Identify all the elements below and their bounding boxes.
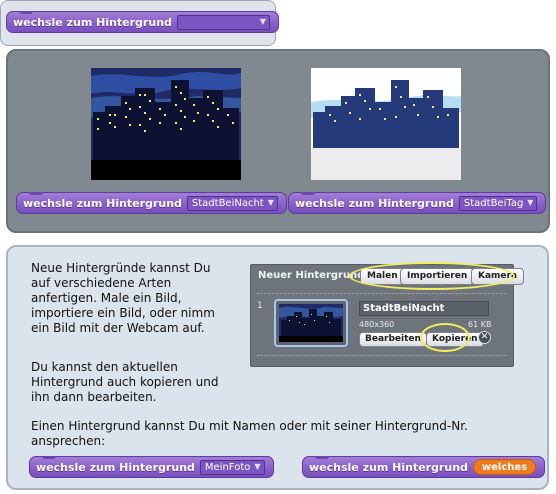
backdrop-dropdown[interactable]: ▼ <box>176 14 270 30</box>
block-label: wechsle zum Hintergrund <box>295 196 454 210</box>
backdrop-dropdown[interactable]: MeinFoto ▼ <box>199 459 265 475</box>
backdrop-name-field[interactable]: StadtBeiNacht <box>359 301 489 316</box>
chevron-down-icon: ▼ <box>254 462 261 471</box>
paragraph-address-backdrop: Einen Hintergrund kannst Du mit Namen od… <box>31 419 468 448</box>
import-button[interactable]: Importieren <box>400 268 475 285</box>
camera-button[interactable]: Kamera <box>471 268 525 285</box>
chevron-down-icon: ▼ <box>267 198 274 207</box>
backdrop-dropdown[interactable]: StadtBeiTag ▼ <box>458 195 538 211</box>
edit-button[interactable]: Bearbeiten <box>359 332 427 347</box>
night-city-image <box>91 68 241 180</box>
switch-backdrop-day-block[interactable]: wechsle zum Hintergrund StadtBeiTag ▼ <box>288 192 547 214</box>
delete-icon[interactable]: ✕ <box>478 331 491 344</box>
size-label: 61 KB <box>468 320 492 329</box>
dropdown-value: MeinFoto <box>204 461 251 473</box>
paragraph-copy-backdrop: Du kannst den aktuellen Hintergrund auch… <box>31 360 219 404</box>
block-label: wechsle zum Hintergrund <box>13 15 172 29</box>
night-thumbnail-image <box>279 304 343 342</box>
divider <box>257 355 507 356</box>
backdrop-dropdown[interactable]: StadtBeiNacht ▼ <box>186 195 278 211</box>
backdrop-thumbnail[interactable] <box>274 299 348 347</box>
day-city-image <box>311 68 461 180</box>
switch-backdrop-night-block[interactable]: wechsle zum Hintergrund StadtBeiNacht ▼ <box>16 192 287 214</box>
divider <box>257 293 507 294</box>
block-label: wechsle zum Hintergrund <box>23 196 182 210</box>
dimensions-label: 480x360 <box>359 320 395 329</box>
new-backdrop-label: Neuer Hintergrund: <box>258 270 369 281</box>
chevron-down-icon: ▼ <box>259 17 266 26</box>
block-label: wechsle zum Hintergrund <box>309 460 468 474</box>
chevron-down-icon: ▼ <box>527 198 534 207</box>
switch-backdrop-myphoto-block[interactable]: wechsle zum Hintergrund MeinFoto ▼ <box>29 456 274 478</box>
item-index: 1 <box>257 301 263 311</box>
paint-button[interactable]: Malen <box>360 268 405 285</box>
backdrop-editor-panel: Neuer Hintergrund: Malen Importieren Kam… <box>250 262 525 367</box>
dropdown-value: StadtBeiNacht <box>191 197 264 209</box>
switch-backdrop-reporter-block[interactable]: wechsle zum Hintergrund welches <box>302 456 546 478</box>
reporter-slot[interactable]: welches <box>472 459 537 475</box>
dropdown-value: StadtBeiTag <box>463 197 524 209</box>
block-label: wechsle zum Hintergrund <box>36 460 195 474</box>
copy-button[interactable]: Kopieren <box>426 332 484 347</box>
switch-backdrop-block[interactable]: wechsle zum Hintergrund ▼ <box>6 11 279 33</box>
paragraph-new-backdrops: Neue Hintergründe kannst Du auf verschie… <box>31 261 215 335</box>
